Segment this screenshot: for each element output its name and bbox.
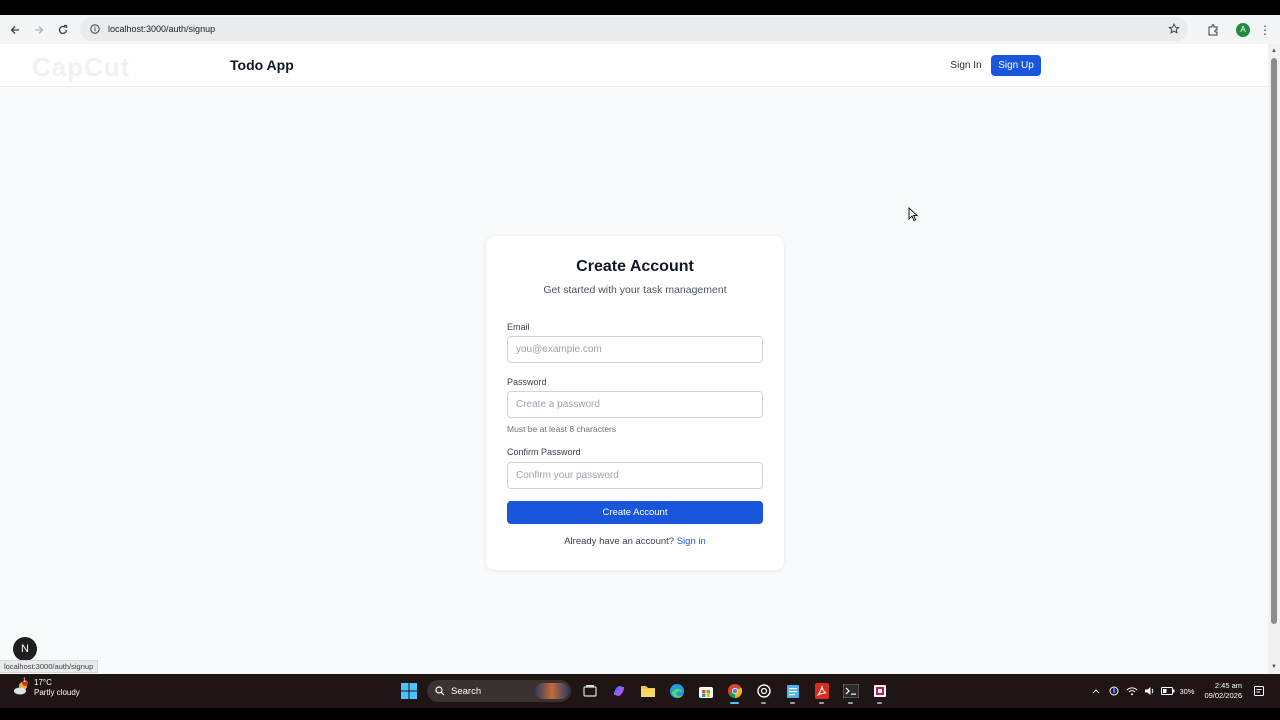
terminal-running-indicator bbox=[848, 702, 853, 704]
bookmark-star-icon[interactable] bbox=[1168, 22, 1180, 40]
start-button[interactable] bbox=[394, 677, 423, 705]
link-status-bar: localhost:3000/auth/signup bbox=[0, 660, 99, 673]
scroll-up-icon[interactable]: ▲ bbox=[1268, 46, 1280, 56]
weather-cloud-icon: 1 bbox=[12, 678, 30, 697]
weather-desc: Partly cloudy bbox=[34, 688, 80, 697]
search-highlight-image bbox=[535, 683, 569, 699]
signin-prompt: Already have an account? Sign in bbox=[486, 536, 784, 547]
signup-card: Create Account Get started with your tas… bbox=[486, 236, 784, 570]
page-scrollbar[interactable]: ▲ ▼ bbox=[1268, 44, 1280, 674]
signin-prompt-text: Already have an account? bbox=[564, 536, 677, 547]
onedrive-icon[interactable] bbox=[1105, 686, 1123, 696]
site-info-icon[interactable] bbox=[84, 24, 106, 34]
header-signin-link[interactable]: Sign In bbox=[945, 54, 987, 76]
taskbar-search[interactable]: Search bbox=[427, 680, 571, 702]
browser-menu-icon[interactable]: ⋮ bbox=[1258, 18, 1272, 42]
search-label: Search bbox=[451, 685, 482, 697]
browser-toolbar: localhost:3000/auth/signup A ⋮ bbox=[0, 15, 1280, 44]
address-bar[interactable]: localhost:3000/auth/signup bbox=[80, 17, 1188, 41]
reload-icon[interactable] bbox=[51, 18, 75, 42]
volume-icon[interactable] bbox=[1141, 686, 1159, 696]
weather-widget[interactable]: 1 17°C Partly cloudy bbox=[12, 678, 80, 698]
capcut-watermark: CapCut bbox=[32, 52, 131, 82]
scroll-down-icon[interactable]: ▼ bbox=[1268, 662, 1280, 672]
edge-browser-icon[interactable] bbox=[662, 677, 691, 705]
notepad-running-indicator bbox=[790, 702, 795, 704]
task-view-icon[interactable] bbox=[575, 677, 604, 705]
battery-percent: 30% bbox=[1179, 686, 1195, 696]
mouse-cursor-icon bbox=[908, 207, 918, 221]
weather-badge: 1 bbox=[23, 678, 27, 684]
card-subtitle: Get started with your task management bbox=[543, 284, 727, 296]
windows-taskbar: 1 17°C Partly cloudy Search 30% 2:45 am … bbox=[0, 674, 1280, 708]
chrome-icon[interactable] bbox=[720, 677, 749, 705]
clock-date: 09/02/2026 bbox=[1204, 691, 1242, 700]
signin-link[interactable]: Sign in bbox=[677, 536, 706, 547]
password-hint: Must be at least 8 characters bbox=[507, 424, 617, 434]
back-icon[interactable] bbox=[3, 18, 27, 42]
email-label: Email bbox=[507, 322, 530, 332]
extensions-icon[interactable] bbox=[1200, 18, 1226, 42]
acrobat-running-indicator bbox=[819, 702, 824, 704]
profile-avatar[interactable]: A bbox=[1236, 22, 1250, 37]
microsoft-store-icon[interactable] bbox=[691, 677, 720, 705]
chatgpt-icon[interactable] bbox=[749, 677, 778, 705]
password-label: Password bbox=[507, 377, 547, 387]
acrobat-icon[interactable] bbox=[807, 677, 836, 705]
scroll-thumb[interactable] bbox=[1271, 58, 1277, 624]
email-field[interactable] bbox=[507, 336, 763, 363]
header-signup-button[interactable]: Sign Up bbox=[991, 55, 1041, 76]
copilot-icon[interactable] bbox=[604, 677, 633, 705]
taskbar-clock[interactable]: 2:45 am 09/02/2026 bbox=[1204, 681, 1242, 701]
chatgpt-running-indicator bbox=[761, 702, 766, 704]
search-icon bbox=[435, 686, 445, 696]
app-brand[interactable]: Todo App bbox=[230, 57, 294, 73]
card-title: Create Account bbox=[576, 258, 694, 275]
confirm-password-field[interactable] bbox=[507, 462, 763, 489]
wifi-icon[interactable] bbox=[1123, 686, 1141, 696]
address-url: localhost:3000/auth/signup bbox=[108, 24, 216, 34]
show-hidden-icons-chevron-icon[interactable] bbox=[1087, 688, 1105, 694]
nextjs-dev-badge[interactable]: N bbox=[13, 637, 37, 661]
notifications-icon[interactable] bbox=[1250, 686, 1268, 696]
clock-time: 2:45 am bbox=[1214, 681, 1242, 690]
app-header: CapCut Todo App Sign In Sign Up bbox=[0, 44, 1268, 87]
screen-bottom-bar bbox=[0, 708, 1280, 720]
snipping-running-indicator bbox=[877, 702, 882, 704]
terminal-icon[interactable] bbox=[836, 677, 865, 705]
create-account-button[interactable]: Create Account bbox=[507, 501, 763, 524]
snipping-tool-icon[interactable] bbox=[865, 677, 894, 705]
system-tray: 30% 2:45 am 09/02/2026 bbox=[1087, 674, 1268, 708]
notepad-icon[interactable] bbox=[778, 677, 807, 705]
forward-icon[interactable] bbox=[27, 18, 51, 42]
page-viewport: CapCut Todo App Sign In Sign Up Create A… bbox=[0, 44, 1268, 674]
screen-top-bar bbox=[0, 0, 1280, 15]
weather-temp: 17°C bbox=[34, 678, 52, 687]
battery-icon[interactable] bbox=[1159, 687, 1177, 695]
file-explorer-icon[interactable] bbox=[633, 677, 662, 705]
chrome-active-indicator bbox=[730, 702, 739, 704]
password-field[interactable] bbox=[507, 391, 763, 418]
confirm-password-label: Confirm Password bbox=[507, 447, 581, 457]
